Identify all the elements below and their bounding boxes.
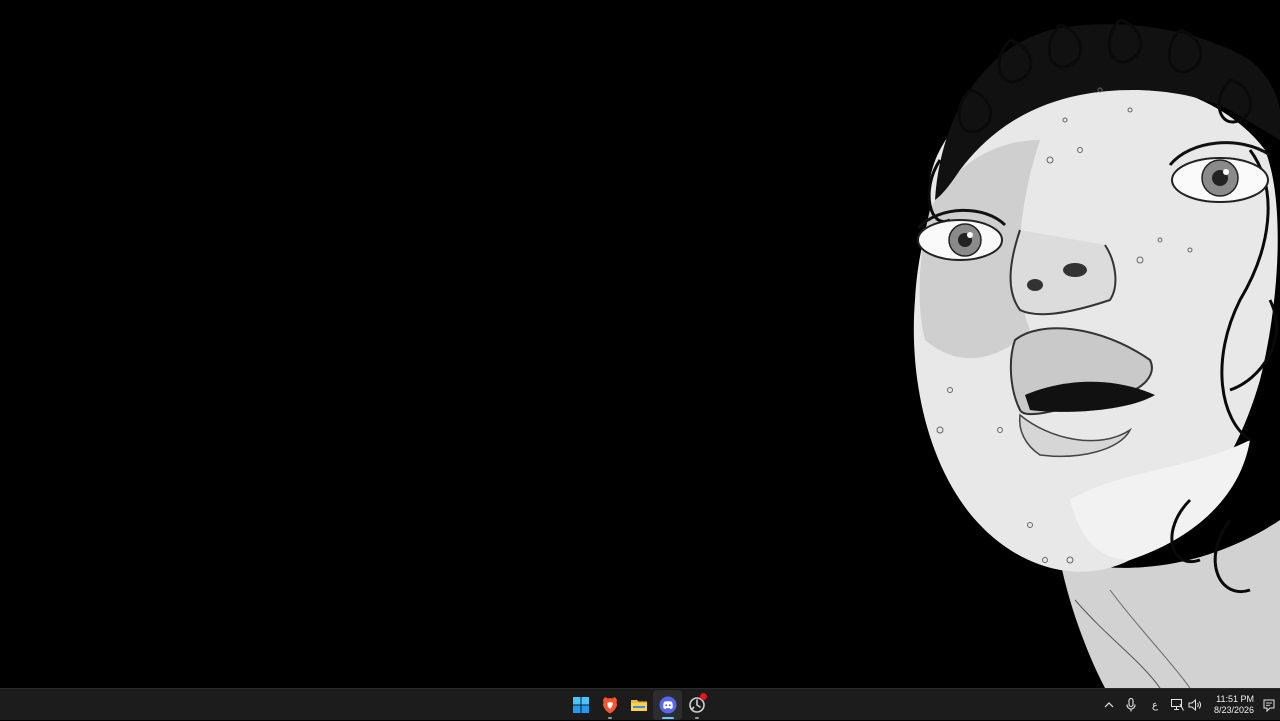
system-tray: ع 11:51 PM 8/23/2026 <box>1098 689 1280 721</box>
taskbar: ع 11:51 PM 8/23/2026 <box>0 688 1280 720</box>
desktop <box>0 0 1280 688</box>
taskbar-apps <box>566 689 711 721</box>
active-indicator <box>661 717 674 719</box>
notification-badge <box>700 693 707 700</box>
folder-icon <box>630 700 647 711</box>
clock-button[interactable]: 11:51 PM 8/23/2026 <box>1204 694 1258 716</box>
show-hidden-icons-button[interactable] <box>1098 689 1120 721</box>
network-button[interactable] <box>1168 689 1186 721</box>
input-language-button[interactable]: ع <box>1142 689 1168 721</box>
notification-icon <box>1263 699 1275 712</box>
wallpaper-portrait <box>913 18 1280 688</box>
running-indicator <box>607 717 612 719</box>
app-taskbar-button[interactable] <box>682 690 711 720</box>
brave-browser-icon <box>602 697 617 714</box>
speaker-icon <box>1188 699 1202 711</box>
discord-icon <box>659 696 676 714</box>
clock-time: 11:51 PM <box>1216 694 1254 704</box>
discord-taskbar-button[interactable] <box>653 690 682 720</box>
file-explorer-taskbar-button[interactable] <box>624 690 653 720</box>
start-button[interactable] <box>566 690 595 720</box>
chevron-up-icon <box>1104 702 1114 708</box>
notification-center-button[interactable] <box>1258 689 1280 721</box>
volume-button[interactable] <box>1186 689 1204 721</box>
clock-date: 8/23/2026 <box>1213 705 1254 715</box>
brave-taskbar-button[interactable] <box>595 690 624 720</box>
microphone-icon <box>1126 698 1136 712</box>
microphone-button[interactable] <box>1120 689 1142 721</box>
network-icon <box>1170 699 1184 711</box>
running-indicator <box>694 717 699 719</box>
windows-start-icon <box>572 697 589 713</box>
